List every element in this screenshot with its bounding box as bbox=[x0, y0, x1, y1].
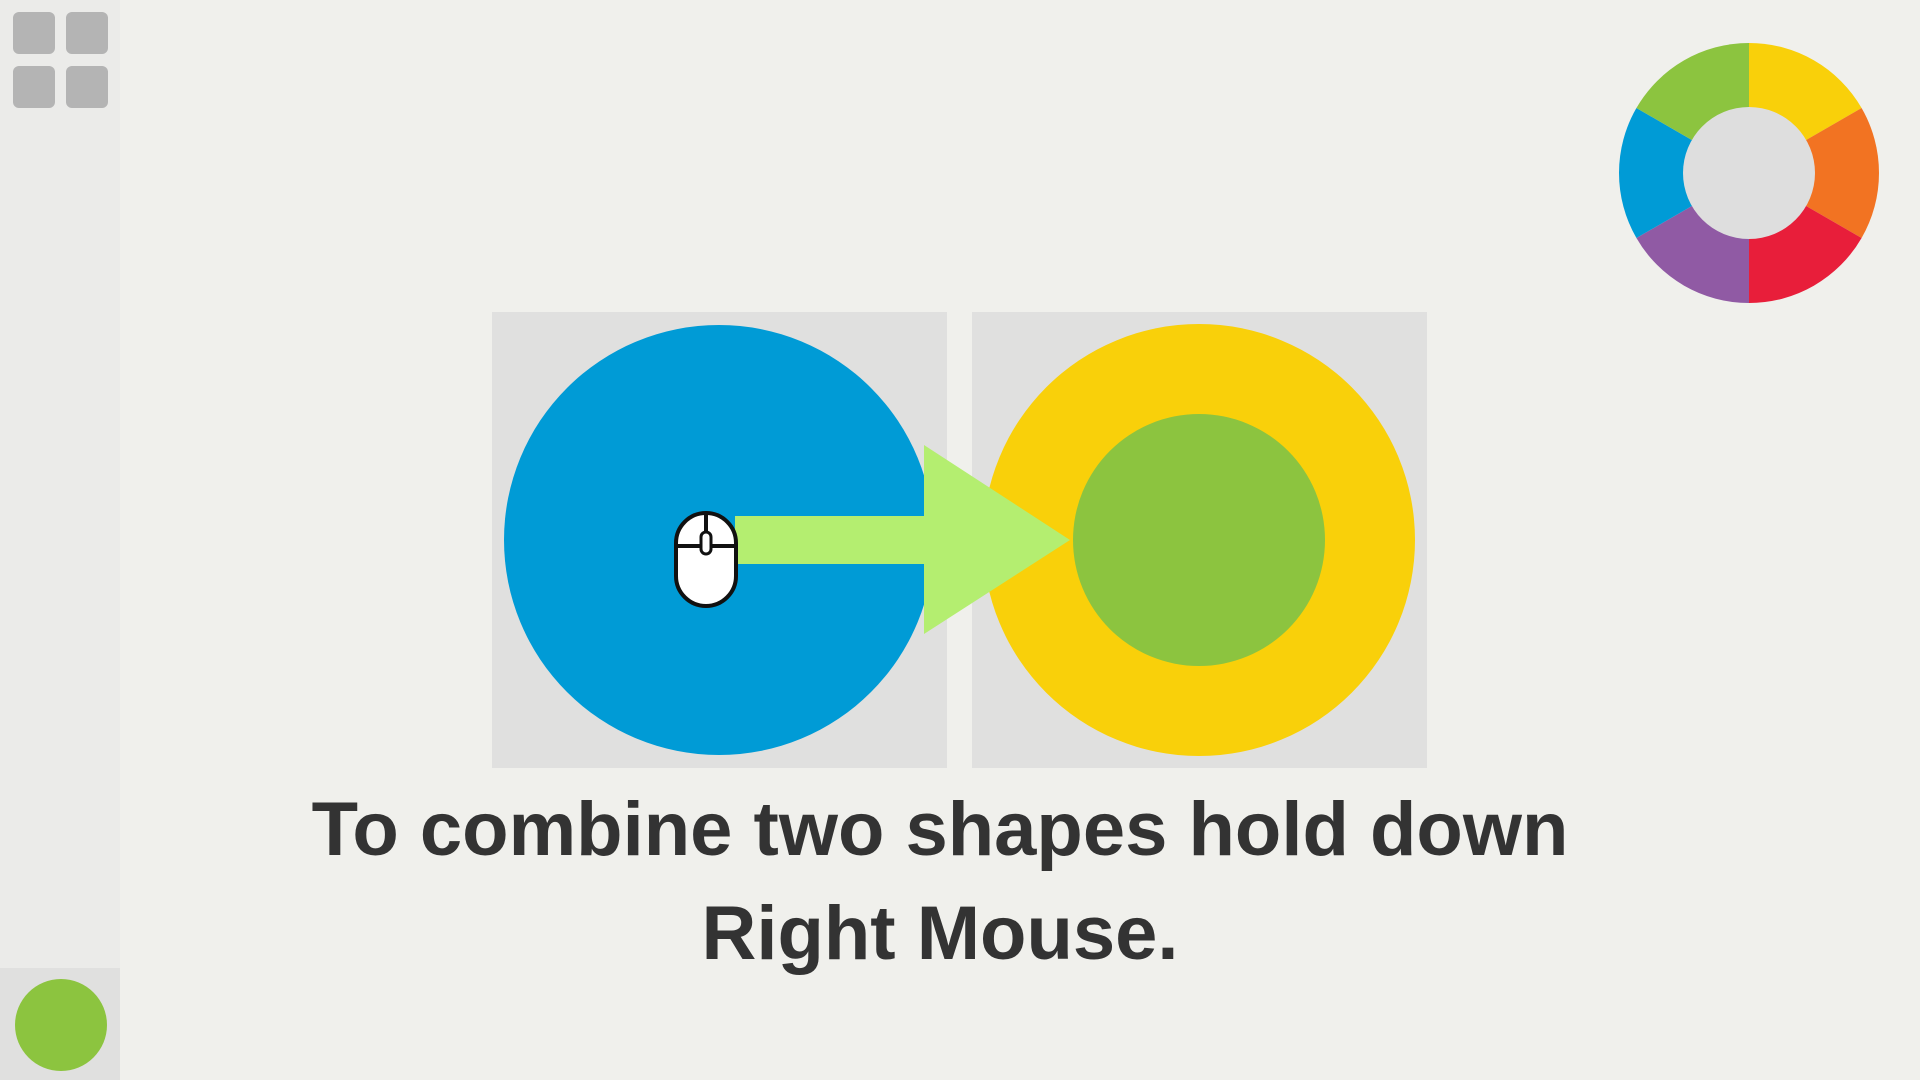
sidebar bbox=[0, 0, 120, 1080]
menu-grid-tile-3[interactable] bbox=[13, 66, 55, 108]
menu-grid-tile-2[interactable] bbox=[66, 12, 108, 54]
source-shape-panel bbox=[492, 312, 947, 768]
color-wheel[interactable] bbox=[1618, 42, 1880, 304]
menu-grid-tile-4[interactable] bbox=[66, 66, 108, 108]
current-shape-green-circle[interactable] bbox=[15, 979, 107, 1071]
instruction-text: To combine two shapes hold down Right Mo… bbox=[200, 778, 1680, 986]
color-wheel-center bbox=[1683, 107, 1815, 239]
menu-grid-tile-1[interactable] bbox=[13, 12, 55, 54]
instruction-line-1: To combine two shapes hold down bbox=[311, 787, 1569, 872]
target-shape-panel bbox=[972, 312, 1427, 768]
instruction-line-2: Right Mouse. bbox=[701, 891, 1179, 976]
